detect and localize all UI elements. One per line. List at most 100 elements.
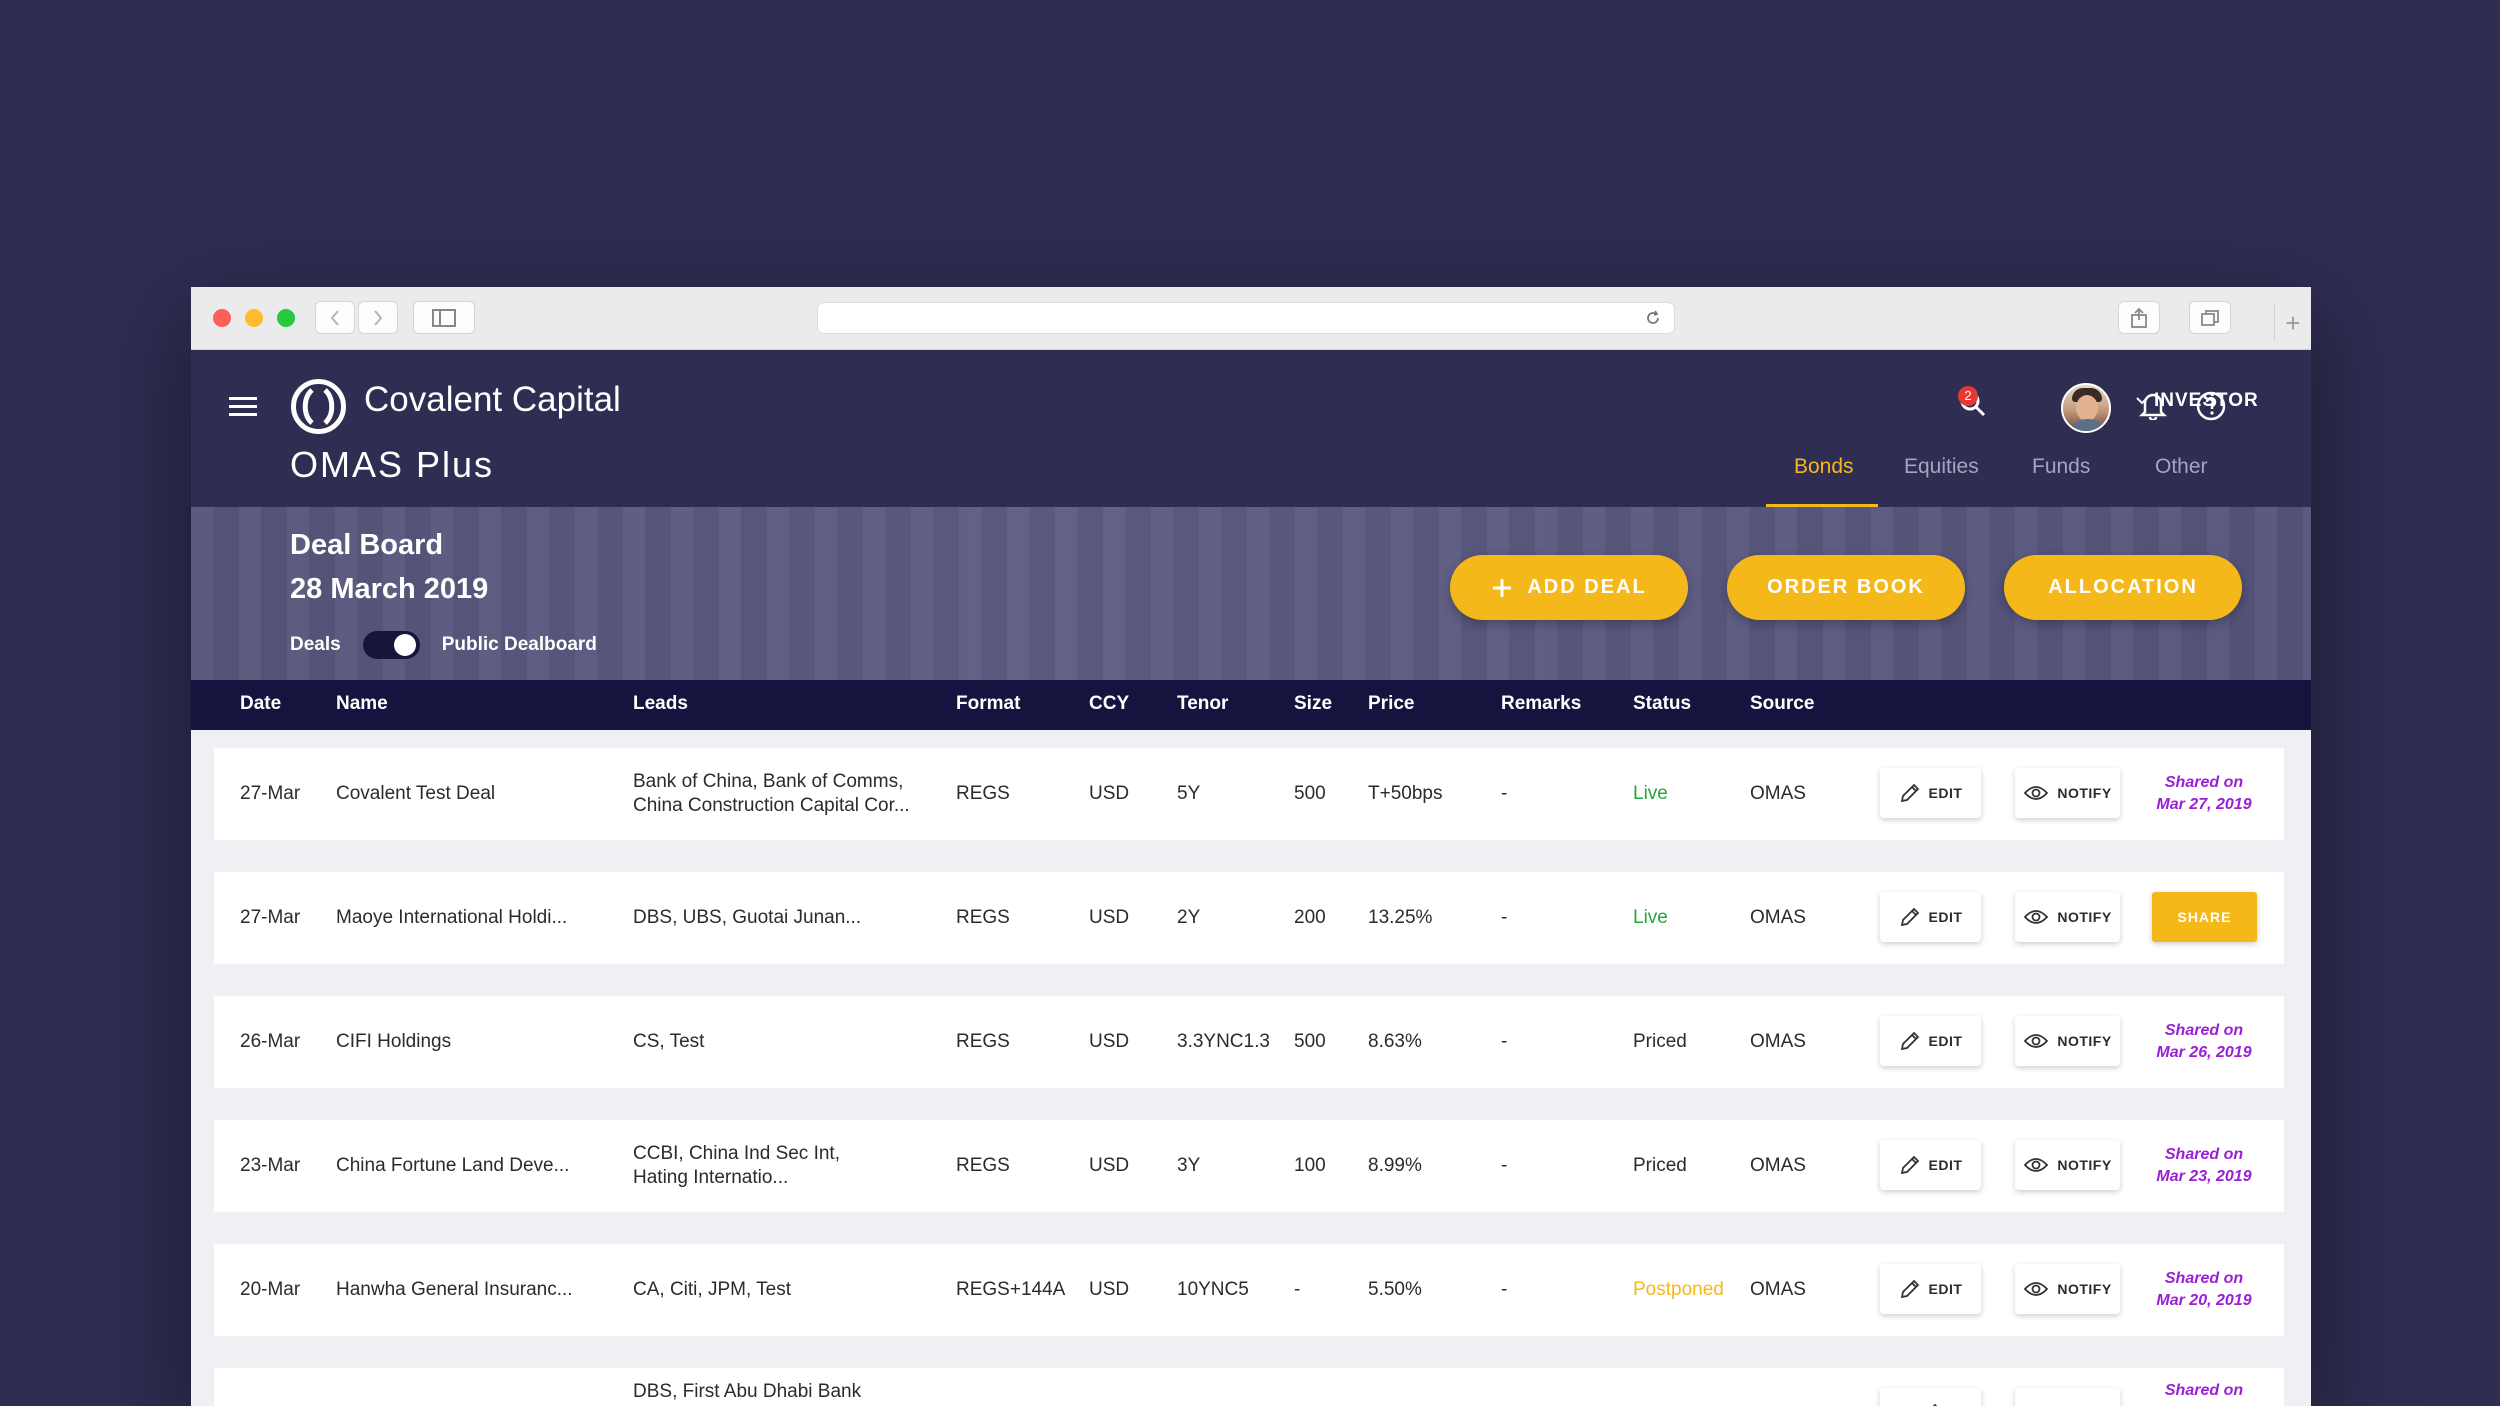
- notify-label: NOTIFY: [2057, 1157, 2112, 1173]
- allocation-button[interactable]: ALLOCATION: [2004, 555, 2242, 620]
- cell-ccy: USD: [1089, 1155, 1130, 1176]
- tab-funds[interactable]: Funds: [2032, 455, 2090, 479]
- shared-date: Mar 23, 2019: [2156, 1168, 2252, 1185]
- table-row[interactable]: 20-Mar Hanwha General Insuranc... CA, Ci…: [214, 1244, 2284, 1336]
- browser-window: + Covalent Capital OMAS Plus 2 INVESTOR …: [191, 287, 2311, 1406]
- cell-name: CIFI Holdings: [336, 1031, 452, 1052]
- tabs-icon: [2201, 309, 2219, 326]
- edit-button[interactable]: EDIT: [1880, 1264, 1981, 1314]
- table-row[interactable]: 23-Mar China Fortune Land Deve... CCBI, …: [214, 1120, 2284, 1212]
- cell-price: T+50bps: [1368, 783, 1443, 804]
- column-header-tenor[interactable]: Tenor: [1177, 693, 1228, 715]
- show-tabs-button[interactable]: [2189, 301, 2231, 334]
- deals-table-body: 27-Mar Covalent Test Deal Bank of China,…: [191, 730, 2311, 1406]
- table-row[interactable]: 27-Mar Maoye International Holdi... DBS,…: [214, 872, 2284, 964]
- column-header-ccy[interactable]: CCY: [1089, 693, 1129, 715]
- column-header-remarks[interactable]: Remarks: [1501, 693, 1581, 715]
- avatar[interactable]: [2061, 383, 2111, 433]
- cell-status: Live: [1633, 907, 1668, 928]
- notification-count-badge: 2: [1958, 386, 1978, 406]
- table-header: Date Name Leads Format CCY Tenor Size Pr…: [191, 680, 2311, 730]
- cell-status: Priced: [1633, 1155, 1687, 1176]
- shared-label: Shared on: [2164, 1382, 2244, 1399]
- order-book-label: ORDER BOOK: [1767, 576, 1925, 598]
- view-toggle-row: Deals Public Dealboard: [290, 631, 597, 659]
- app-header: Covalent Capital OMAS Plus 2 INVESTOR Bo…: [191, 350, 2311, 508]
- back-button[interactable]: [315, 301, 355, 334]
- hamburger-menu-icon[interactable]: [229, 395, 257, 417]
- table-row[interactable]: 26-Mar CIFI Holdings CS, Test REGS USD 3…: [214, 996, 2284, 1088]
- toggle-label-deals: Deals: [290, 634, 341, 655]
- add-deal-button[interactable]: ADD DEAL: [1450, 555, 1688, 620]
- edit-button[interactable]: [1880, 1388, 1981, 1406]
- share-button[interactable]: [2118, 301, 2160, 334]
- cell-leads: CA, Citi, JPM, Test: [633, 1279, 792, 1300]
- cell-format: REGS: [956, 1031, 1010, 1052]
- role-dropdown[interactable]: INVESTOR: [2136, 390, 2259, 412]
- zoom-window-button[interactable]: [277, 309, 295, 327]
- order-book-button[interactable]: ORDER BOOK: [1727, 555, 1965, 620]
- pencil-icon: [1900, 1155, 1919, 1175]
- tab-equities[interactable]: Equities: [1904, 455, 1979, 479]
- column-header-leads[interactable]: Leads: [633, 693, 688, 715]
- page-title: Deal Board: [290, 529, 444, 561]
- notify-button[interactable]: NOTIFY: [2015, 1264, 2120, 1314]
- reload-icon[interactable]: [1644, 309, 1662, 327]
- notify-button[interactable]: NOTIFY: [2015, 1016, 2120, 1066]
- edit-button[interactable]: EDIT: [1880, 892, 1981, 942]
- chevron-down-icon: [2136, 397, 2148, 405]
- cell-leads: DBS, First Abu Dhabi Bank: [633, 1381, 862, 1402]
- eye-icon: [2024, 910, 2049, 924]
- column-header-source[interactable]: Source: [1750, 693, 1814, 715]
- column-header-format[interactable]: Format: [956, 693, 1020, 715]
- cell-remarks: -: [1501, 1279, 1508, 1300]
- notify-button[interactable]: NOTIFY: [2015, 892, 2120, 942]
- cell-size: 200: [1294, 907, 1326, 928]
- cell-tenor: 5Y: [1177, 783, 1201, 804]
- edit-button[interactable]: EDIT: [1880, 768, 1981, 818]
- forward-button[interactable]: [358, 301, 398, 334]
- cell-status: Live: [1633, 783, 1668, 804]
- deal-board-banner: Deal Board 28 March 2019 Deals Public De…: [191, 507, 2311, 680]
- shared-date: Mar 26, 2019: [2156, 1044, 2252, 1061]
- cell-price: 5.50%: [1368, 1279, 1422, 1300]
- chevron-right-icon: [374, 309, 383, 326]
- cell-source: OMAS: [1750, 1031, 1806, 1052]
- app-name: OMAS Plus: [290, 444, 495, 485]
- cell-tenor: 10YNC5: [1177, 1279, 1249, 1300]
- share-deal-button[interactable]: SHARE: [2152, 892, 2257, 942]
- table-row[interactable]: DBS, First Abu Dhabi Bank Shared on: [214, 1368, 2284, 1406]
- new-tab-button[interactable]: +: [2274, 305, 2311, 341]
- column-header-name[interactable]: Name: [336, 693, 388, 715]
- column-header-price[interactable]: Price: [1368, 693, 1414, 715]
- pencil-icon: [1900, 907, 1919, 927]
- cell-name: Covalent Test Deal: [336, 783, 496, 804]
- cell-size: 100: [1294, 1155, 1326, 1176]
- dealboard-toggle[interactable]: [362, 631, 420, 659]
- close-window-button[interactable]: [213, 309, 231, 327]
- column-header-status[interactable]: Status: [1633, 693, 1691, 715]
- cell-date: 26-Mar: [240, 1031, 301, 1052]
- notify-button[interactable]: NOTIFY: [2015, 768, 2120, 818]
- shared-label: Shared on: [2164, 1022, 2244, 1039]
- leads-line-1: Bank of China, Bank of Comms,: [633, 771, 904, 792]
- pencil-icon: [1900, 1031, 1919, 1051]
- cell-source: OMAS: [1750, 907, 1806, 928]
- edit-button[interactable]: EDIT: [1880, 1140, 1981, 1190]
- tab-bonds[interactable]: Bonds: [1794, 455, 1854, 479]
- notify-label: NOTIFY: [2057, 785, 2112, 801]
- minimize-window-button[interactable]: [245, 309, 263, 327]
- edit-label: EDIT: [1928, 909, 1963, 925]
- table-row[interactable]: 27-Mar Covalent Test Deal Bank of China,…: [214, 748, 2284, 840]
- notify-button[interactable]: NOTIFY: [2015, 1140, 2120, 1190]
- tab-other[interactable]: Other: [2155, 455, 2208, 479]
- address-bar[interactable]: [817, 302, 1675, 334]
- edit-button[interactable]: EDIT: [1880, 1016, 1981, 1066]
- sidebar-toggle-button[interactable]: [413, 301, 475, 334]
- column-header-size[interactable]: Size: [1294, 693, 1332, 715]
- notify-button[interactable]: [2015, 1388, 2120, 1406]
- notify-label: NOTIFY: [2057, 1033, 2112, 1049]
- notify-label: NOTIFY: [2057, 1281, 2112, 1297]
- cell-size: 500: [1294, 1031, 1326, 1052]
- column-header-date[interactable]: Date: [240, 693, 281, 715]
